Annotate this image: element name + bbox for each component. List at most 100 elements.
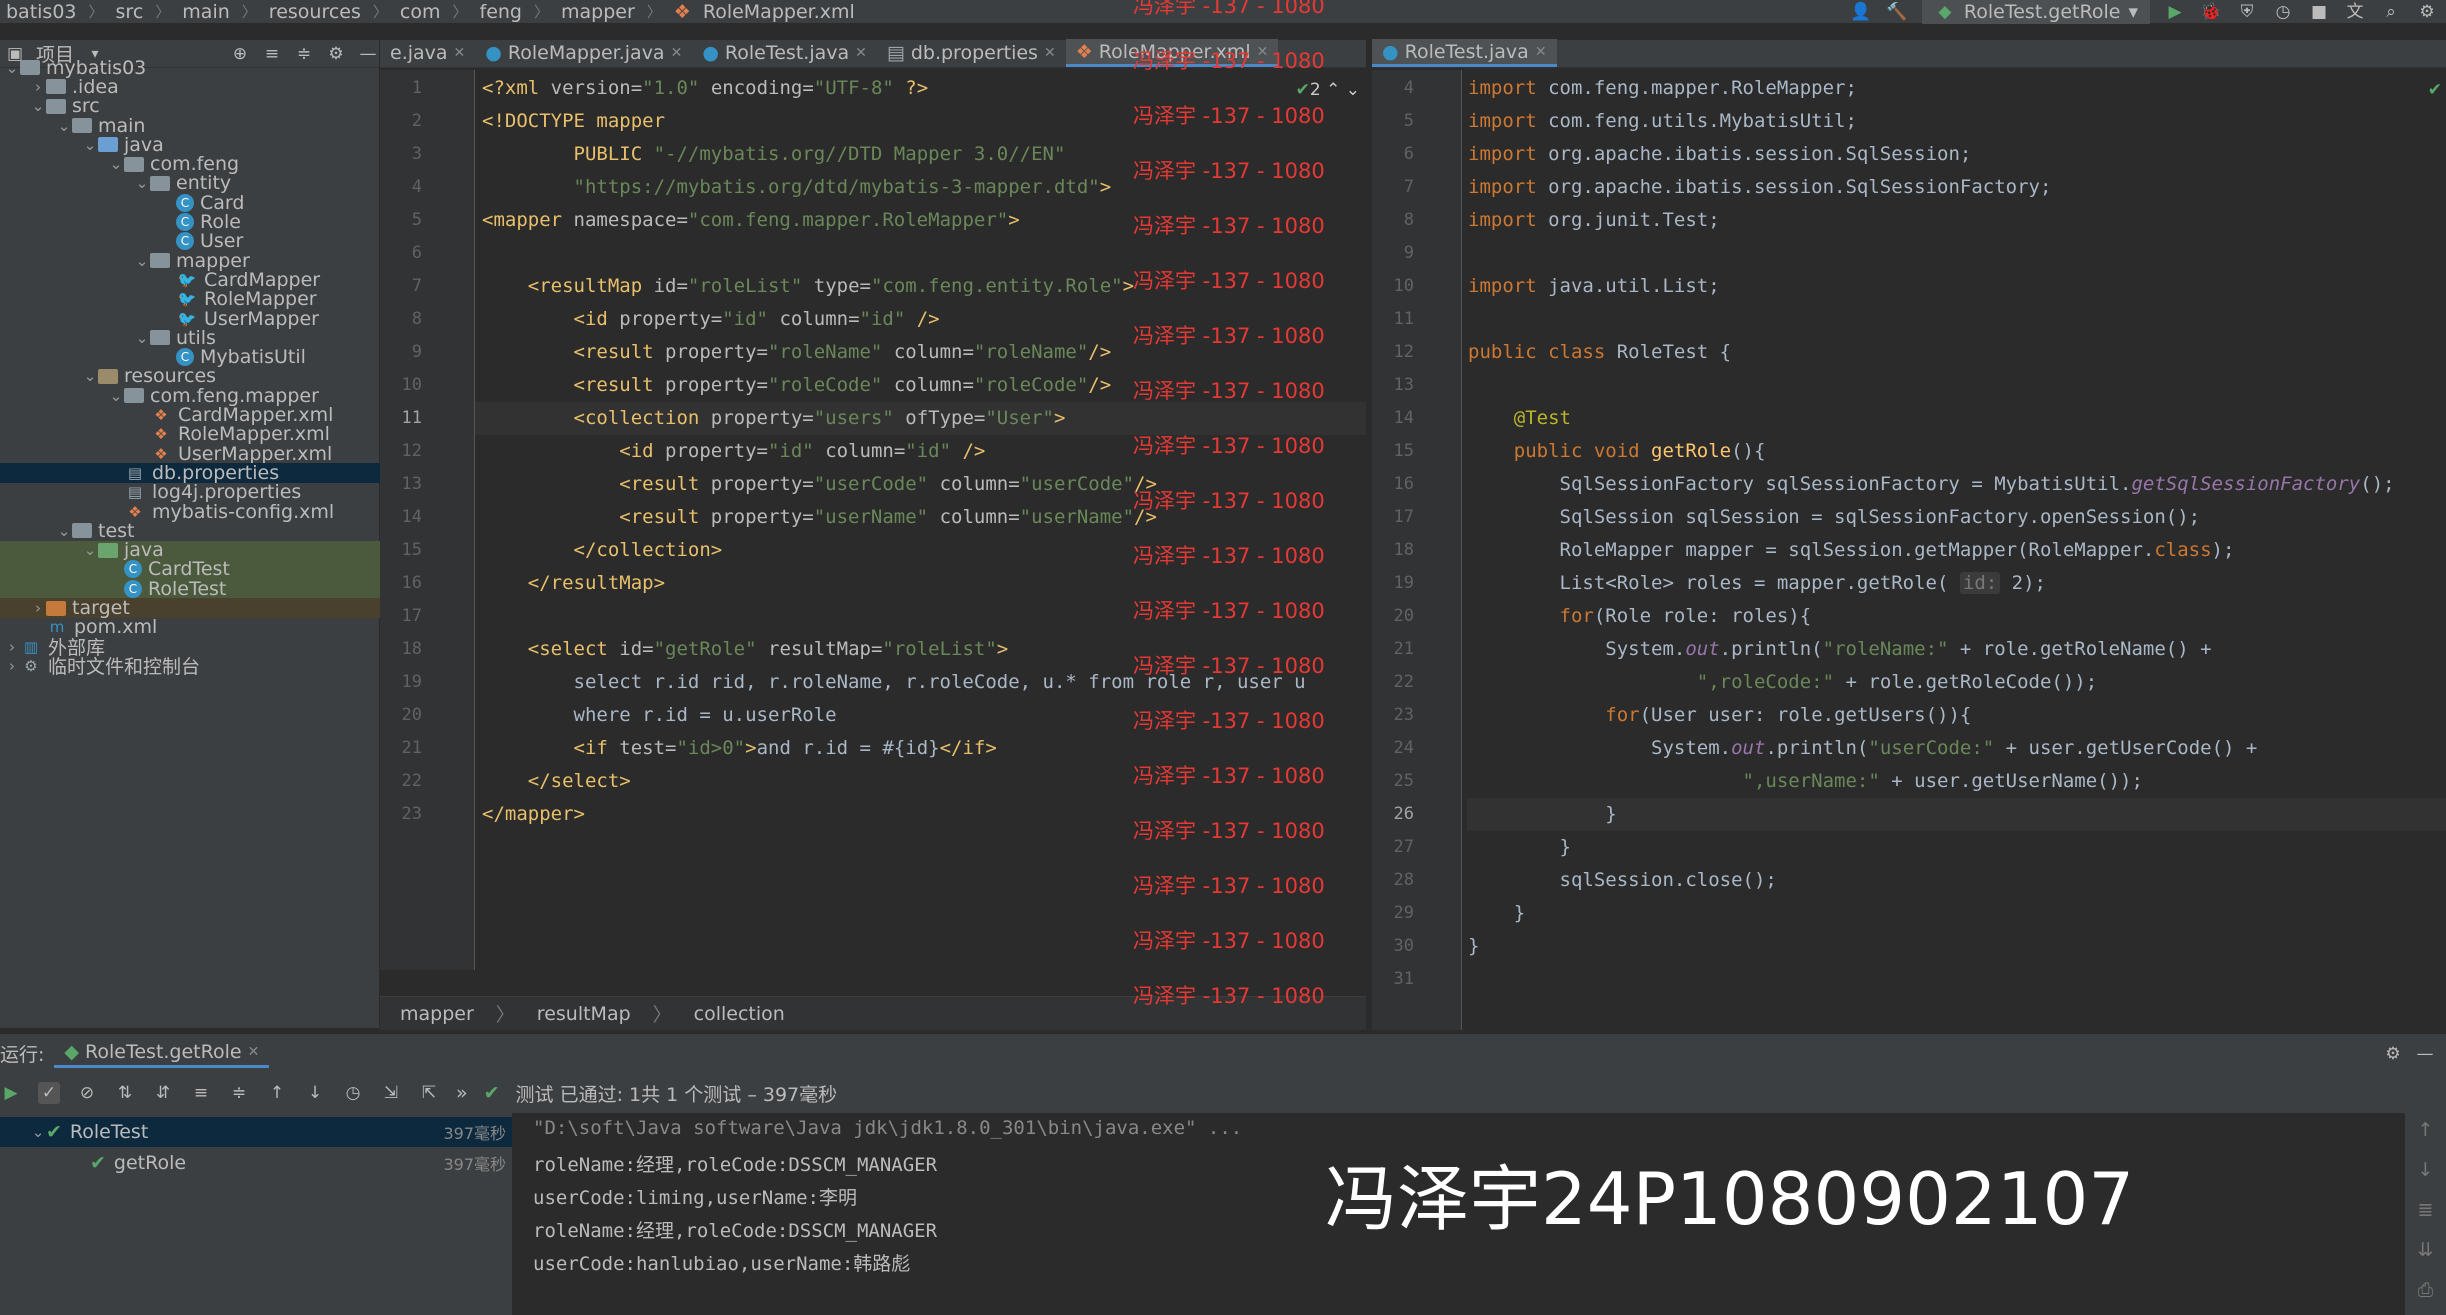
close-icon[interactable]: ✕ xyxy=(855,45,867,61)
chevron-down-icon[interactable]: ⌄ xyxy=(82,541,98,559)
tree-node[interactable]: ⌄ test xyxy=(0,520,380,542)
minimize-icon[interactable]: — xyxy=(2414,1043,2436,1065)
breadcrumb-item[interactable]: feng xyxy=(480,1,522,23)
tree-node[interactable]: 🐦 UserMapper xyxy=(0,308,380,330)
inspection-widget[interactable]: ✔2 ⌃ ⌄ xyxy=(1296,80,1360,100)
tree-node[interactable]: ⌄ mapper xyxy=(0,250,380,272)
translate-icon[interactable]: 文 xyxy=(2344,1,2366,23)
chevron-down-icon[interactable]: ⌄ xyxy=(4,59,20,77)
down-icon[interactable]: ↓ xyxy=(2418,1159,2434,1181)
tree-node[interactable]: 🐦 CardMapper xyxy=(0,269,380,291)
rerun-icon[interactable]: ▶ xyxy=(0,1082,22,1104)
chevron-down-icon[interactable]: ⌄ xyxy=(30,97,46,115)
tree-node[interactable]: 🐦 RoleMapper xyxy=(0,288,380,310)
editor-tab[interactable]: ▤ db.properties ✕ xyxy=(877,39,1066,67)
tree-node[interactable]: ⌄ utils xyxy=(0,327,380,349)
tree-node[interactable]: ⌄ main xyxy=(0,115,380,137)
run-icon[interactable]: ▶ xyxy=(2164,1,2186,23)
user-icon[interactable]: 👤 xyxy=(1850,1,1872,23)
collapse-all-icon[interactable]: ≑ xyxy=(228,1082,250,1104)
more-icon[interactable]: » xyxy=(456,1082,468,1104)
chevron-right-icon[interactable]: › xyxy=(4,657,20,675)
breadcrumb-item[interactable]: resources xyxy=(269,1,361,23)
java-editor[interactable]: 4 import com.feng.mapper.RoleMapper; 5 impo… xyxy=(1372,70,2446,1030)
import-icon[interactable]: ⇲ xyxy=(380,1082,402,1104)
breadcrumb-item[interactable]: mapper xyxy=(561,1,635,23)
chevron-down-icon[interactable]: ⌄ xyxy=(30,1123,46,1141)
chevron-right-icon[interactable]: › xyxy=(30,78,46,96)
tree-node[interactable]: C User xyxy=(0,230,380,252)
export-icon[interactable]: ⇱ xyxy=(418,1082,440,1104)
scroll-end-icon[interactable]: ⇊ xyxy=(2418,1239,2434,1261)
tree-node[interactable]: C MybatisUtil xyxy=(0,346,380,368)
show-passed-icon[interactable]: ✓ xyxy=(38,1082,60,1104)
breadcrumb-item[interactable]: src xyxy=(116,1,144,23)
chevron-down-icon[interactable]: ⌄ xyxy=(134,174,150,192)
chevron-down-icon[interactable]: ⌄ xyxy=(56,522,72,540)
chevron-right-icon[interactable]: › xyxy=(30,599,46,617)
tree-node[interactable]: C RoleTest xyxy=(0,578,380,600)
tree-node[interactable]: C Role xyxy=(0,211,380,233)
tree-node[interactable]: ❖ UserMapper.xml xyxy=(0,443,380,465)
tree-node[interactable]: ⌄ com.feng xyxy=(0,153,380,175)
build-hammer-icon[interactable]: 🔨 xyxy=(1886,1,1908,23)
close-icon[interactable]: ✕ xyxy=(454,45,466,61)
sort-duration-icon[interactable]: ⇵ xyxy=(152,1082,174,1104)
close-icon[interactable]: ✕ xyxy=(1044,45,1056,61)
tree-node[interactable]: ❖ RoleMapper.xml xyxy=(0,423,380,445)
debug-icon[interactable]: 🐞 xyxy=(2200,1,2222,23)
chevron-down-icon[interactable]: ⌄ xyxy=(82,136,98,154)
settings-icon[interactable]: ⚙ xyxy=(2382,1043,2404,1065)
stop-icon[interactable]: ■ xyxy=(2308,1,2330,23)
tree-node[interactable]: › .idea xyxy=(0,76,380,98)
test-node[interactable]: ⌄ ✔ RoleTest 397毫秒 xyxy=(0,1117,512,1147)
close-icon[interactable]: ✕ xyxy=(1535,44,1547,60)
settings-icon[interactable]: ⚙ xyxy=(2416,1,2438,23)
breadcrumb-item[interactable]: mapper xyxy=(400,1003,474,1025)
tree-node[interactable]: ❖ mybatis-config.xml xyxy=(0,501,380,523)
chevron-down-icon[interactable]: ⌄ xyxy=(82,367,98,385)
breadcrumb-item[interactable]: collection xyxy=(694,1003,785,1025)
editor-tab[interactable]: e.java ✕ xyxy=(380,39,475,67)
down-icon[interactable]: ↓ xyxy=(304,1082,326,1104)
breadcrumb-item[interactable]: batis03 xyxy=(6,1,77,23)
close-icon[interactable]: ✕ xyxy=(671,45,683,61)
chevron-down-icon[interactable]: ⌄ xyxy=(134,252,150,270)
tree-node[interactable]: ❖ CardMapper.xml xyxy=(0,404,380,426)
tree-node[interactable]: C Card xyxy=(0,192,380,214)
close-icon[interactable]: ✕ xyxy=(248,1044,260,1060)
print-icon[interactable]: ⎙ xyxy=(2418,1279,2433,1301)
tree-node[interactable]: ⌄ resources xyxy=(0,365,380,387)
chevron-down-icon[interactable]: ⌄ xyxy=(134,329,150,347)
breadcrumb-item[interactable]: RoleMapper.xml xyxy=(703,1,855,23)
tree-node[interactable]: ⌄ com.feng.mapper xyxy=(0,385,380,407)
tree-node[interactable]: ⌄ src xyxy=(0,95,380,117)
soft-wrap-icon[interactable]: ≣ xyxy=(2418,1199,2434,1221)
editor-tab[interactable]: ● RoleTest.java ✕ xyxy=(1372,39,1557,67)
editor-tab[interactable]: ● RoleMapper.java ✕ xyxy=(475,39,692,67)
tree-node[interactable]: ⌄ java xyxy=(0,539,380,561)
tree-node[interactable]: ⌄ entity xyxy=(0,172,380,194)
search-icon[interactable]: ⌕ xyxy=(2380,1,2402,23)
tree-node[interactable]: ⌄ mybatis03 xyxy=(0,57,380,79)
breadcrumb-item[interactable]: com xyxy=(400,1,441,23)
sort-alpha-icon[interactable]: ⇅ xyxy=(114,1082,136,1104)
run-tab[interactable]: ◆ RoleTest.getRole ✕ xyxy=(54,1039,270,1068)
tree-node[interactable]: ▤ db.properties xyxy=(0,462,380,484)
history-icon[interactable]: ◷ xyxy=(342,1082,364,1104)
chevron-down-icon[interactable]: ⌄ xyxy=(108,155,124,173)
up-icon[interactable]: ↑ xyxy=(2418,1119,2434,1141)
tree-node[interactable]: ⌄ java xyxy=(0,134,380,156)
test-node[interactable]: ✔ getRole 397毫秒 xyxy=(0,1148,512,1178)
breadcrumb-item[interactable]: main xyxy=(182,1,229,23)
editor-tab[interactable]: ● RoleTest.java ✕ xyxy=(692,39,877,67)
tree-node[interactable]: › ⚙ 临时文件和控制台 xyxy=(0,656,380,678)
tree-node[interactable]: C CardTest xyxy=(0,558,380,580)
tree-node[interactable]: › target xyxy=(0,597,380,619)
chevron-down-icon[interactable]: ⌄ xyxy=(56,117,72,135)
breadcrumb-item[interactable]: resultMap xyxy=(537,1003,631,1025)
profile-icon[interactable]: ◷ xyxy=(2272,1,2294,23)
show-ignored-icon[interactable]: ⊘ xyxy=(76,1082,98,1104)
expand-all-icon[interactable]: ≡ xyxy=(190,1082,212,1104)
chevron-down-icon[interactable]: ⌄ xyxy=(108,387,124,405)
